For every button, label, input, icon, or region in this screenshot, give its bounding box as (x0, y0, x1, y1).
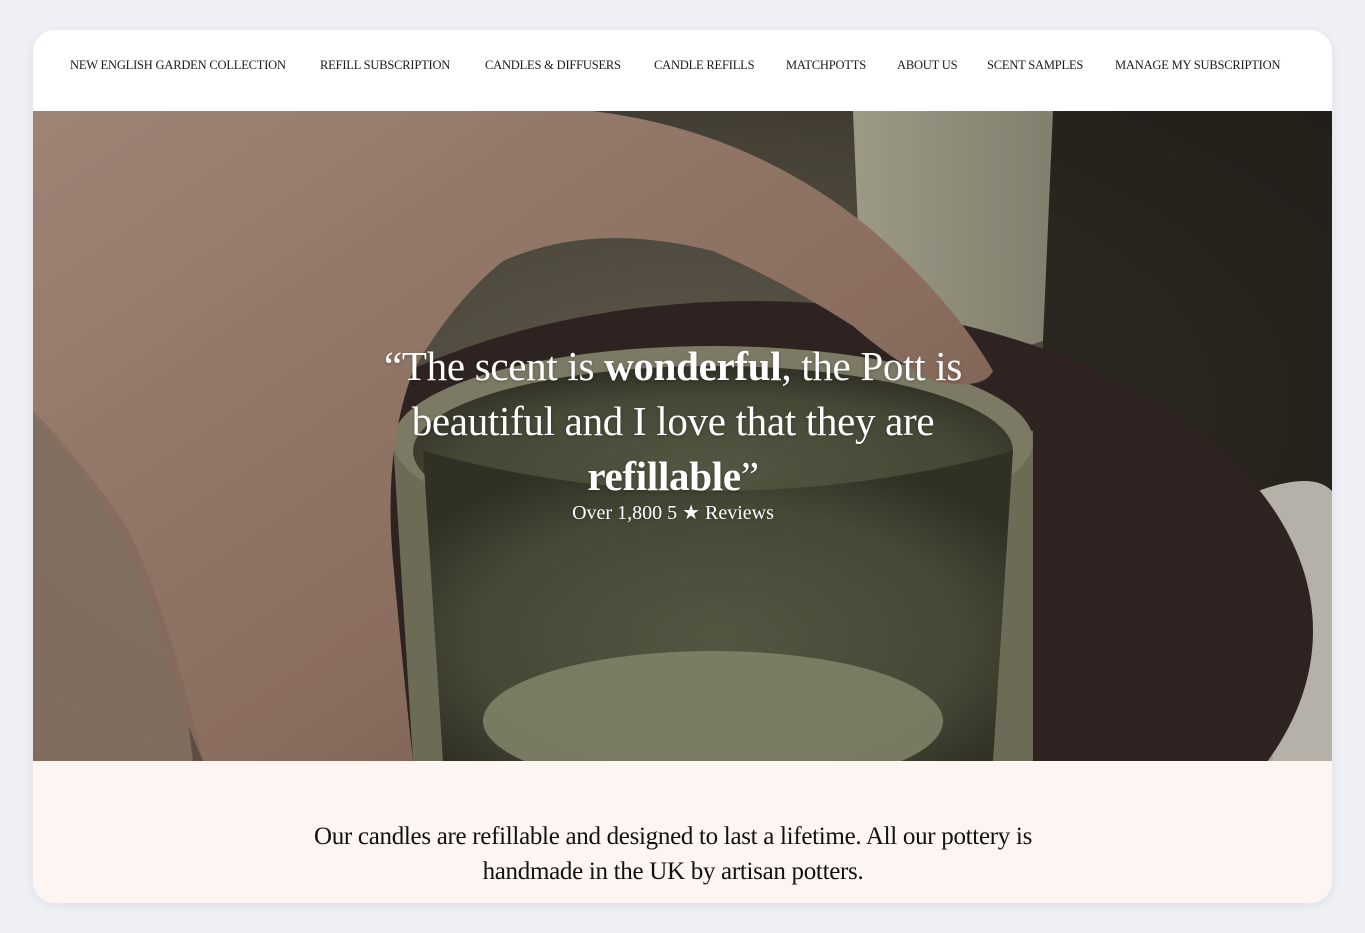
quote-text-open: “The scent is (384, 343, 605, 389)
nav-manage-my-subscription[interactable]: MANAGE MY SUBSCRIPTION (1115, 58, 1280, 73)
hero-testimonial-quote: “The scent is wonderful, the Pott is bea… (333, 339, 1013, 504)
quote-emphasis-wonderful: wonderful (604, 343, 782, 389)
nav-refill-subscription[interactable]: REFILL SUBSCRIPTION (320, 58, 450, 73)
quote-emphasis-refillable: refillable (587, 453, 741, 499)
main-navigation: NEW ENGLISH GARDEN COLLECTION REFILL SUB… (33, 30, 1332, 111)
nav-new-english-garden-collection[interactable]: NEW ENGLISH GARDEN COLLECTION (70, 58, 286, 73)
nav-matchpotts[interactable]: MATCHPOTTS (786, 58, 866, 73)
reviews-count: Over 1,800 5 ★ Reviews (572, 502, 774, 524)
browser-frame: NEW ENGLISH GARDEN COLLECTION REFILL SUB… (33, 30, 1332, 903)
quote-text-close: ” (740, 453, 759, 499)
intro-section: Our candles are refillable and designed … (33, 761, 1332, 903)
nav-about-us[interactable]: ABOUT US (897, 58, 958, 73)
nav-scent-samples[interactable]: SCENT SAMPLES (987, 58, 1083, 73)
intro-text: Our candles are refillable and designed … (313, 823, 1033, 885)
nav-candle-refills[interactable]: CANDLE REFILLS (654, 58, 755, 73)
hero-banner: “The scent is wonderful, the Pott is bea… (33, 111, 1332, 761)
nav-candles-diffusers[interactable]: CANDLES & DIFFUSERS (485, 58, 621, 73)
